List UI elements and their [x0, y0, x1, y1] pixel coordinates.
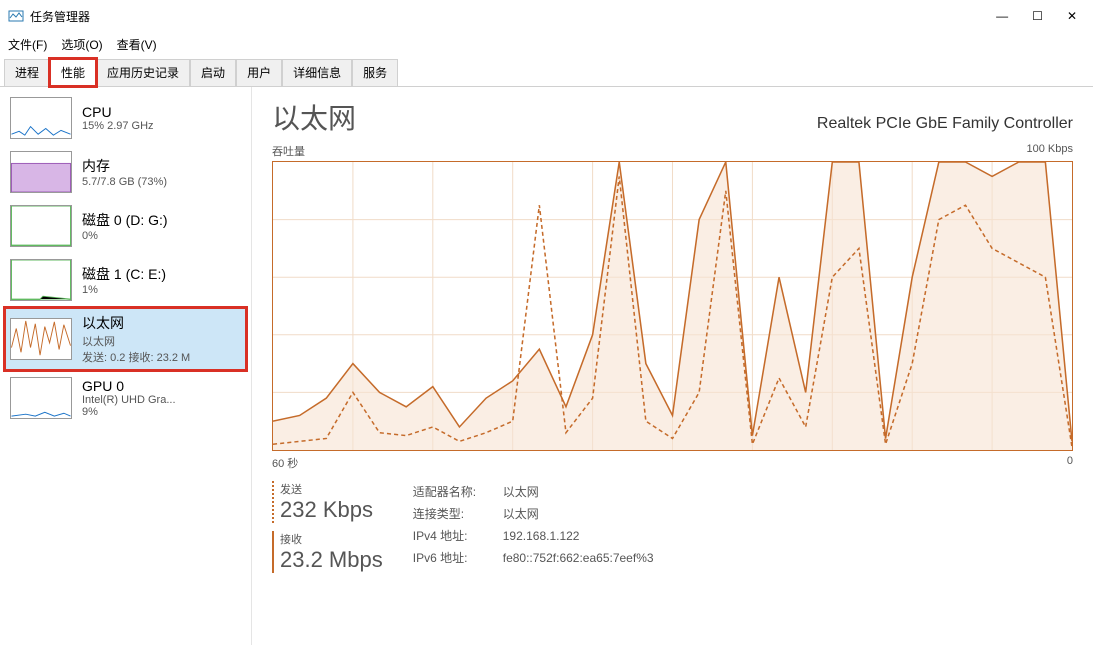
recv-label: 接收: [280, 531, 383, 547]
tabbar: 进程性能应用历史记录启动用户详细信息服务: [0, 59, 1093, 87]
sidebar-title: 内存: [82, 156, 241, 176]
sidebar-title: 磁盘 1 (C: E:): [82, 264, 241, 284]
tab-应用历史记录[interactable]: 应用历史记录: [96, 59, 190, 86]
send-label: 发送: [280, 481, 383, 497]
chart-label-left: 吞吐量: [272, 143, 305, 159]
thumb-disk1: [10, 259, 72, 301]
adapter-name: Realtek PCIe GbE Family Controller: [817, 115, 1073, 133]
chart-foot-right: 0: [1067, 455, 1073, 471]
thumb-disk0: [10, 205, 72, 247]
recv-value: 23.2 Mbps: [280, 547, 383, 573]
sidebar: CPU15% 2.97 GHz内存5.7/7.8 GB (73%)磁盘 0 (D…: [0, 87, 252, 645]
sidebar-sub: 0%: [82, 230, 241, 242]
tab-用户[interactable]: 用户: [236, 59, 282, 86]
window-title: 任务管理器: [30, 8, 90, 25]
sidebar-sub: 1%: [82, 284, 241, 296]
sidebar-title: GPU 0: [82, 378, 241, 394]
minimize-button[interactable]: —: [996, 9, 1008, 23]
thumb-gpu: [10, 377, 72, 419]
sidebar-item-mem[interactable]: 内存5.7/7.8 GB (73%): [4, 145, 247, 199]
throughput-chart[interactable]: [272, 161, 1073, 451]
thumb-eth: [10, 318, 72, 360]
send-value: 232 Kbps: [280, 497, 383, 523]
menu-view[interactable]: 查看(V): [117, 36, 157, 53]
sidebar-title: 以太网: [82, 313, 241, 333]
tab-进程[interactable]: 进程: [4, 59, 50, 86]
menubar: 文件(F) 选项(O) 查看(V): [0, 32, 1093, 59]
page-title: 以太网: [272, 97, 356, 137]
thumb-mem: [10, 151, 72, 193]
sidebar-title: CPU: [82, 104, 241, 120]
tab-启动[interactable]: 启动: [190, 59, 236, 86]
sidebar-item-gpu[interactable]: GPU 0Intel(R) UHD Gra...9%: [4, 371, 247, 425]
chart-foot-left: 60 秒: [272, 455, 298, 471]
menu-file[interactable]: 文件(F): [8, 36, 47, 53]
chart-label-right: 100 Kbps: [1027, 143, 1073, 159]
sidebar-item-disk0[interactable]: 磁盘 0 (D: G:)0%: [4, 199, 247, 253]
sidebar-item-eth[interactable]: 以太网以太网发送: 0.2 接收: 23.2 M: [4, 307, 247, 371]
sidebar-title: 磁盘 0 (D: G:): [82, 210, 241, 230]
close-button[interactable]: ✕: [1067, 9, 1077, 23]
tab-服务[interactable]: 服务: [352, 59, 398, 86]
sidebar-item-disk1[interactable]: 磁盘 1 (C: E:)1%: [4, 253, 247, 307]
titlebar[interactable]: 任务管理器 — ☐ ✕: [0, 0, 1093, 32]
sidebar-sub: 5.7/7.8 GB (73%): [82, 176, 241, 188]
detail-grid: 适配器名称:以太网 连接类型:以太网 IPv4 地址:192.168.1.122…: [413, 481, 654, 581]
taskmgr-icon: [8, 8, 24, 24]
sidebar-sub: Intel(R) UHD Gra...: [82, 394, 241, 406]
tab-性能[interactable]: 性能: [50, 59, 96, 86]
tab-详细信息[interactable]: 详细信息: [282, 59, 352, 86]
sidebar-sub: 以太网: [82, 333, 241, 349]
sidebar-item-cpu[interactable]: CPU15% 2.97 GHz: [4, 91, 247, 145]
menu-options[interactable]: 选项(O): [61, 36, 102, 53]
maximize-button[interactable]: ☐: [1032, 9, 1043, 23]
thumb-cpu: [10, 97, 72, 139]
main-panel: 以太网 Realtek PCIe GbE Family Controller 吞…: [252, 87, 1093, 645]
sidebar-sub: 15% 2.97 GHz: [82, 120, 241, 132]
